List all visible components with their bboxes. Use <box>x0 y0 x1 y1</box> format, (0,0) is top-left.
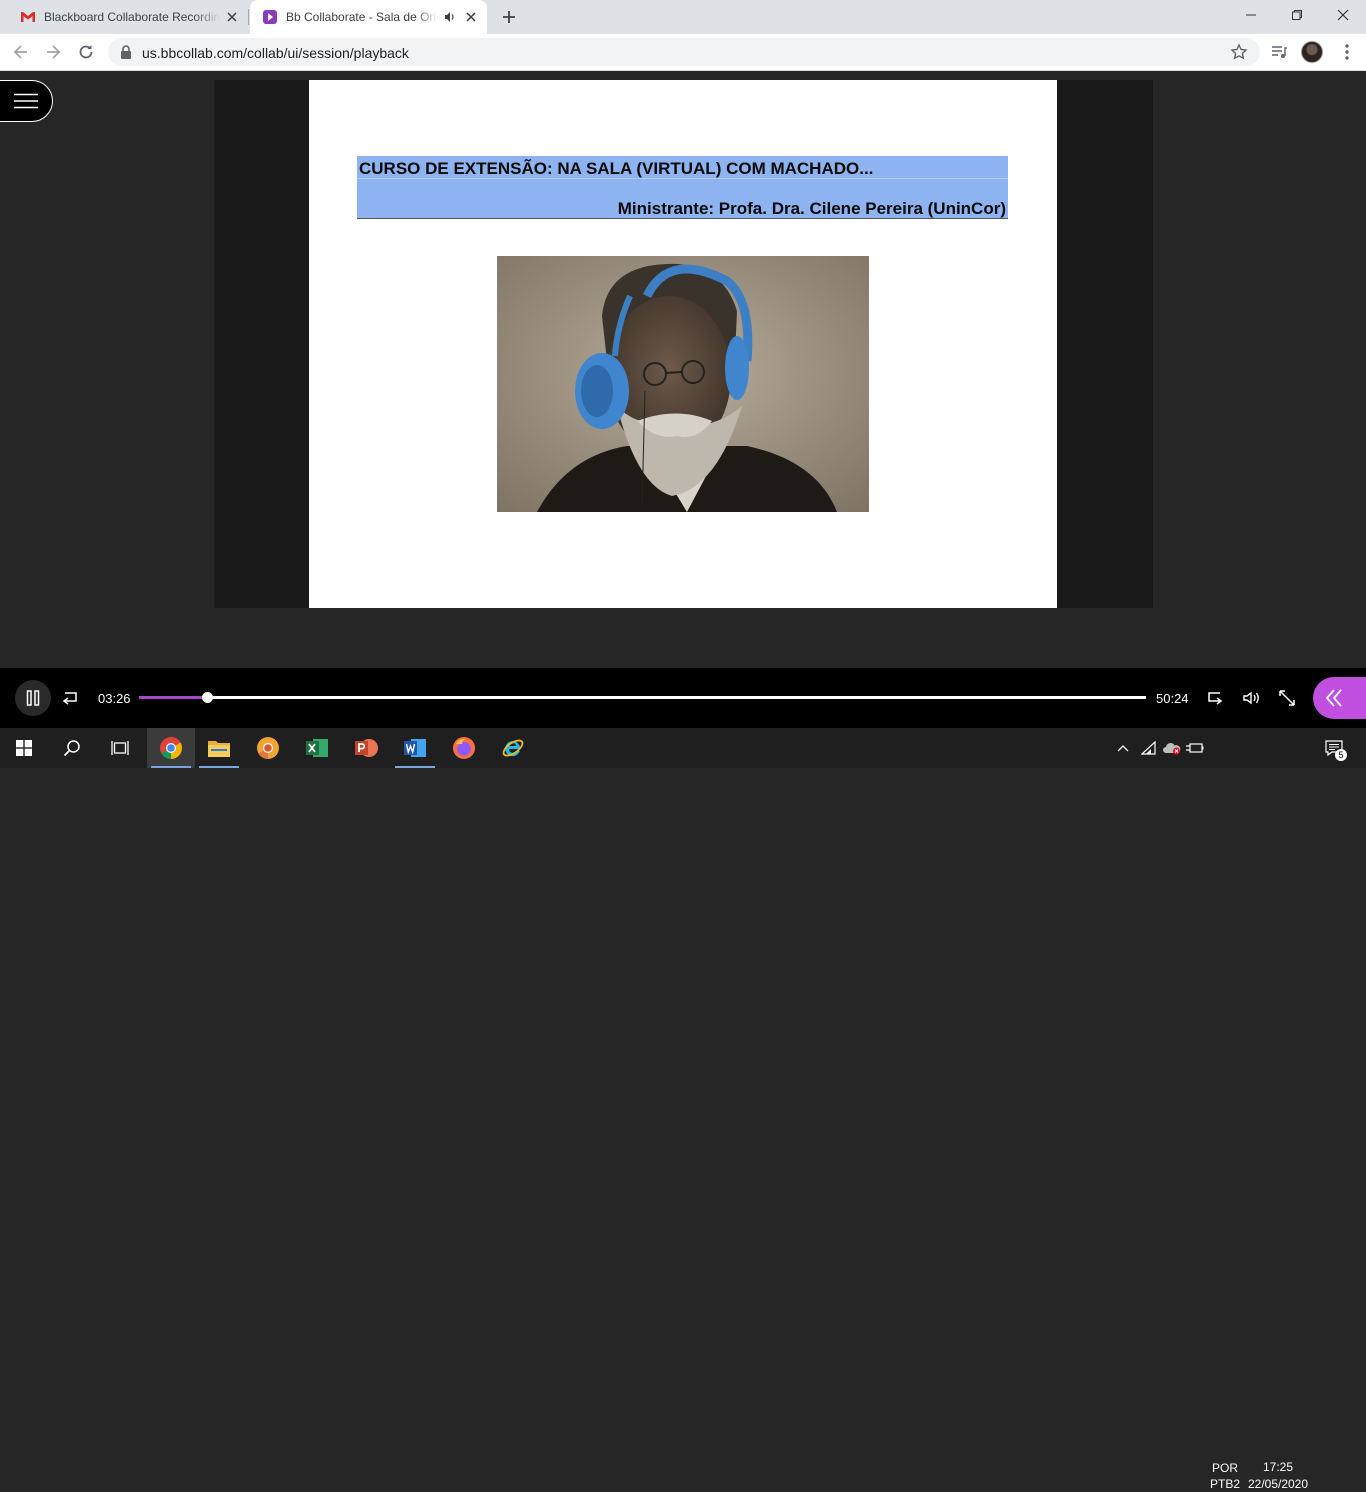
progress-slider[interactable] <box>139 692 1146 703</box>
hamburger-icon <box>13 93 39 109</box>
windows-taskbar: POR PTB2 17:25 22/05/2020 <box>0 728 1366 1491</box>
new-tab-icon[interactable] <box>500 8 518 26</box>
url-text[interactable]: us.bbcollab.com/collab/ui/session/playba… <box>142 45 409 61</box>
banner-divider <box>357 178 1008 179</box>
chrome-icon <box>159 736 183 760</box>
browser-tab-strip: Blackboard Collaborate Recording Bb Coll… <box>0 0 1366 34</box>
clock-date[interactable]: 22/05/2020 <box>1246 1476 1310 1492</box>
progress-played <box>139 696 208 699</box>
tab-divider <box>248 9 249 25</box>
portrait-with-headphones-image <box>497 256 869 512</box>
keyboard-layout[interactable]: PTB2 <box>1208 1476 1242 1492</box>
wifi-icon[interactable] <box>1139 728 1159 768</box>
taskbar-file-explorer[interactable] <box>195 728 243 768</box>
open-collaborate-panel-button[interactable] <box>1313 677 1366 719</box>
current-time: 03:26 <box>98 691 131 706</box>
clock-time[interactable]: 17:25 <box>1246 1459 1310 1475</box>
taskbar-firefox[interactable] <box>440 728 488 768</box>
shared-content-stage: CURSO DE EXTENSÃO: NA SALA (VIRTUAL) COM… <box>214 80 1153 608</box>
playback-page: CURSO DE EXTENSÃO: NA SALA (VIRTUAL) COM… <box>0 72 1366 668</box>
firefox-icon <box>452 736 476 760</box>
slide-title: CURSO DE EXTENSÃO: NA SALA (VIRTUAL) COM… <box>359 159 874 178</box>
powerpoint-icon <box>354 737 378 759</box>
search-icon <box>63 739 81 757</box>
show-hidden-icons-chevron-icon[interactable] <box>1114 728 1132 768</box>
close-tab-icon[interactable] <box>226 11 238 23</box>
notification-count-badge: 5 <box>1335 749 1347 761</box>
excel-icon <box>305 737 329 759</box>
slide-subtitle: Ministrante: Profa. Dra. Cilene Pereira … <box>617 199 1006 218</box>
minimize-icon[interactable] <box>1228 0 1274 30</box>
total-time: 50:24 <box>1156 691 1189 706</box>
slide-title-banner: CURSO DE EXTENSÃO: NA SALA (VIRTUAL) COM… <box>357 156 1008 219</box>
presentation-slide: CURSO DE EXTENSÃO: NA SALA (VIRTUAL) COM… <box>309 80 1057 608</box>
tab-bb-collaborate[interactable]: Bb Collaborate - Sala de Orientação <box>250 0 487 34</box>
close-tab-icon[interactable] <box>465 11 477 23</box>
taskbar-chrome[interactable] <box>147 728 195 768</box>
media-queue-icon[interactable] <box>1269 42 1289 62</box>
input-language[interactable]: POR <box>1208 1460 1242 1476</box>
forward-arrow-icon[interactable] <box>43 42 63 62</box>
back-arrow-icon[interactable] <box>11 42 31 62</box>
progress-handle[interactable] <box>202 692 214 703</box>
fullscreen-icon[interactable] <box>1277 688 1297 708</box>
onedrive-error-icon[interactable] <box>1161 728 1183 768</box>
session-menu-button[interactable] <box>0 80 53 122</box>
taskbar-excel[interactable] <box>293 728 341 768</box>
bb-collaborate-icon <box>262 9 278 25</box>
file-explorer-icon <box>207 738 231 758</box>
tab-title: Blackboard Collaborate Recording <box>44 10 220 24</box>
search-button[interactable] <box>48 728 96 768</box>
tab-title: Bb Collaborate - Sala de Orientação <box>286 10 438 24</box>
fast-forward-icon[interactable] <box>1205 688 1225 708</box>
profile-avatar[interactable] <box>1301 41 1323 63</box>
close-window-icon[interactable] <box>1320 0 1366 30</box>
taskbar-internet-explorer[interactable] <box>489 728 537 768</box>
playback-controls: 03:26 50:24 <box>0 668 1366 728</box>
address-bar[interactable]: us.bbcollab.com/collab/ui/session/playba… <box>108 38 1260 66</box>
task-view-button[interactable] <box>96 728 144 768</box>
double-chevron-left-icon <box>1325 688 1343 708</box>
browser-toolbar: us.bbcollab.com/collab/ui/session/playba… <box>0 34 1366 71</box>
task-view-icon <box>111 740 129 756</box>
start-button[interactable] <box>0 728 48 768</box>
windows-logo-icon <box>16 740 32 756</box>
chrome-canary-icon <box>256 736 280 760</box>
lock-icon[interactable] <box>120 45 132 59</box>
taskbar-chrome-canary[interactable] <box>244 728 292 768</box>
internet-explorer-icon <box>501 736 525 760</box>
taskbar-powerpoint[interactable] <box>342 728 390 768</box>
tab-blackboard-recording[interactable]: Blackboard Collaborate Recording <box>8 0 248 34</box>
rewind-icon[interactable] <box>60 688 80 708</box>
pause-icon <box>26 690 40 706</box>
volume-icon[interactable] <box>1241 688 1261 708</box>
bookmark-star-icon[interactable] <box>1230 43 1248 61</box>
restore-icon[interactable] <box>1274 0 1320 30</box>
more-menu-icon[interactable] <box>1337 42 1357 62</box>
speaker-icon[interactable] <box>444 11 456 23</box>
taskbar-word[interactable] <box>391 728 439 768</box>
reload-icon[interactable] <box>76 42 96 62</box>
gmail-icon <box>20 9 36 25</box>
power-plugged-icon[interactable] <box>1185 728 1205 768</box>
word-icon <box>403 737 427 759</box>
action-center-icon[interactable] <box>1322 728 1346 768</box>
pause-button[interactable] <box>15 680 51 716</box>
